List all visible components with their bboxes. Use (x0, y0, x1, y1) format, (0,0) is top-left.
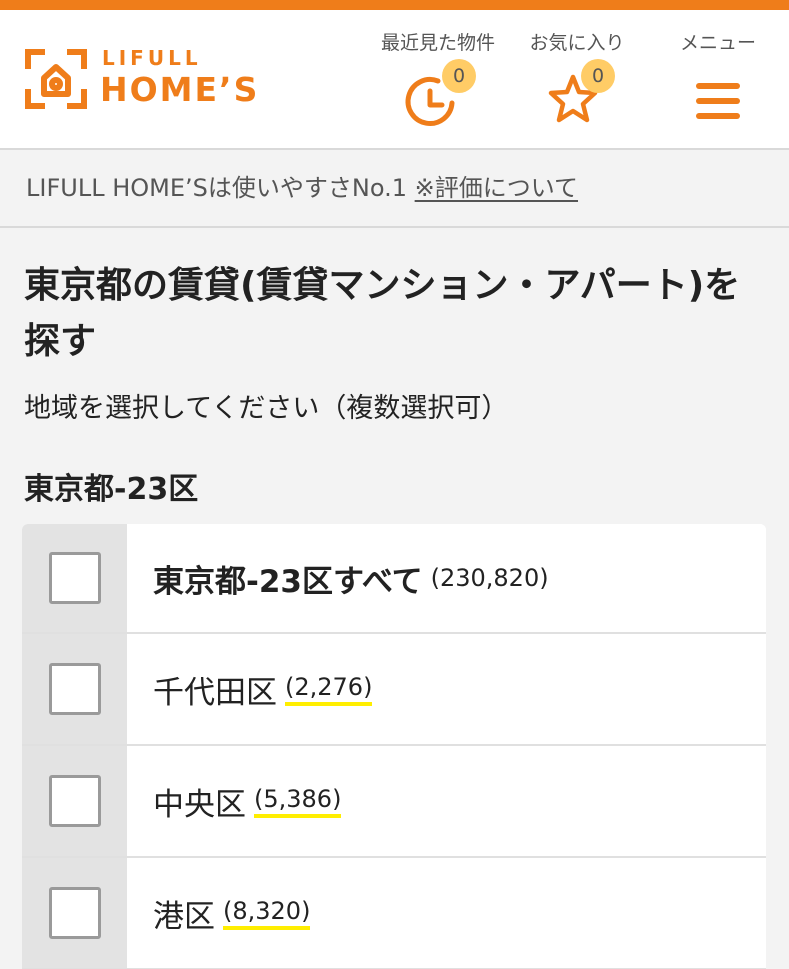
section-title-23ku: 東京都-23区 (24, 472, 199, 507)
area-row-minato[interactable]: 港区 (8,320) (22, 858, 766, 969)
menu-button[interactable]: メニュー (668, 28, 768, 125)
star-icon: 0 (547, 59, 615, 125)
menu-label: メニュー (679, 32, 756, 54)
area-checkbox[interactable] (48, 552, 101, 604)
checkbox-cell[interactable] (22, 524, 127, 632)
favorites-button[interactable]: お気に入り 0 (518, 28, 636, 125)
area-checkbox[interactable] (48, 887, 101, 939)
evaluation-link[interactable]: ※評価について (415, 174, 578, 202)
checkbox-cell[interactable] (22, 746, 127, 856)
area-row-all-23ku[interactable]: 東京都-23区すべて (230,820) (22, 524, 766, 634)
area-name: 東京都-23区すべて (153, 563, 423, 600)
house-logo-icon (25, 49, 87, 109)
site-header: LIFULL HOME’S 最近見た物件 0 お気に入り 0 メニュー (0, 10, 789, 150)
checkbox-cell[interactable] (22, 634, 127, 744)
hamburger-menu-icon (688, 65, 748, 125)
area-row-chiyoda[interactable]: 千代田区 (2,276) (22, 634, 766, 746)
clock-icon: 0 (405, 59, 476, 126)
area-name: 千代田区 (153, 674, 277, 711)
area-name: 港区 (153, 898, 215, 935)
recent-viewed-label: 最近見た物件 (380, 32, 495, 54)
checkbox-cell[interactable] (22, 858, 127, 968)
area-name: 中央区 (153, 786, 246, 823)
usability-info-bar: LIFULL HOME’Sは使いやすさNo.1 ※評価について (0, 152, 789, 228)
top-accent-stripe (0, 0, 789, 10)
favorites-label: お気に入り (529, 32, 625, 54)
area-count: (5,386) (254, 785, 342, 818)
lifull-homes-logo[interactable]: LIFULL HOME’S (24, 46, 284, 118)
area-count: (8,320) (223, 897, 311, 930)
usability-text: LIFULL HOME’Sは使いやすさNo.1 (26, 174, 407, 202)
area-row-chuo[interactable]: 中央区 (5,386) (22, 746, 766, 858)
area-checkbox[interactable] (48, 663, 101, 715)
recent-count-badge: 0 (442, 59, 476, 93)
logo-text-homes: HOME’S (100, 70, 260, 109)
area-count: (2,276) (285, 673, 373, 706)
logo-text-lifull: LIFULL (102, 46, 202, 70)
area-checkbox[interactable] (48, 775, 101, 827)
area-instruction: 地域を選択してください（複数選択可） (24, 393, 509, 424)
area-count: (230,820) (430, 564, 549, 592)
page-title: 東京都の賃貸(賃貸マンション・アパート)を探す (24, 265, 741, 362)
area-checkbox-list: 東京都-23区すべて (230,820) 千代田区 (2,276) 中央区 (5… (22, 524, 766, 969)
favorites-count-badge: 0 (581, 59, 615, 93)
recent-viewed-button[interactable]: 最近見た物件 0 (370, 28, 506, 126)
